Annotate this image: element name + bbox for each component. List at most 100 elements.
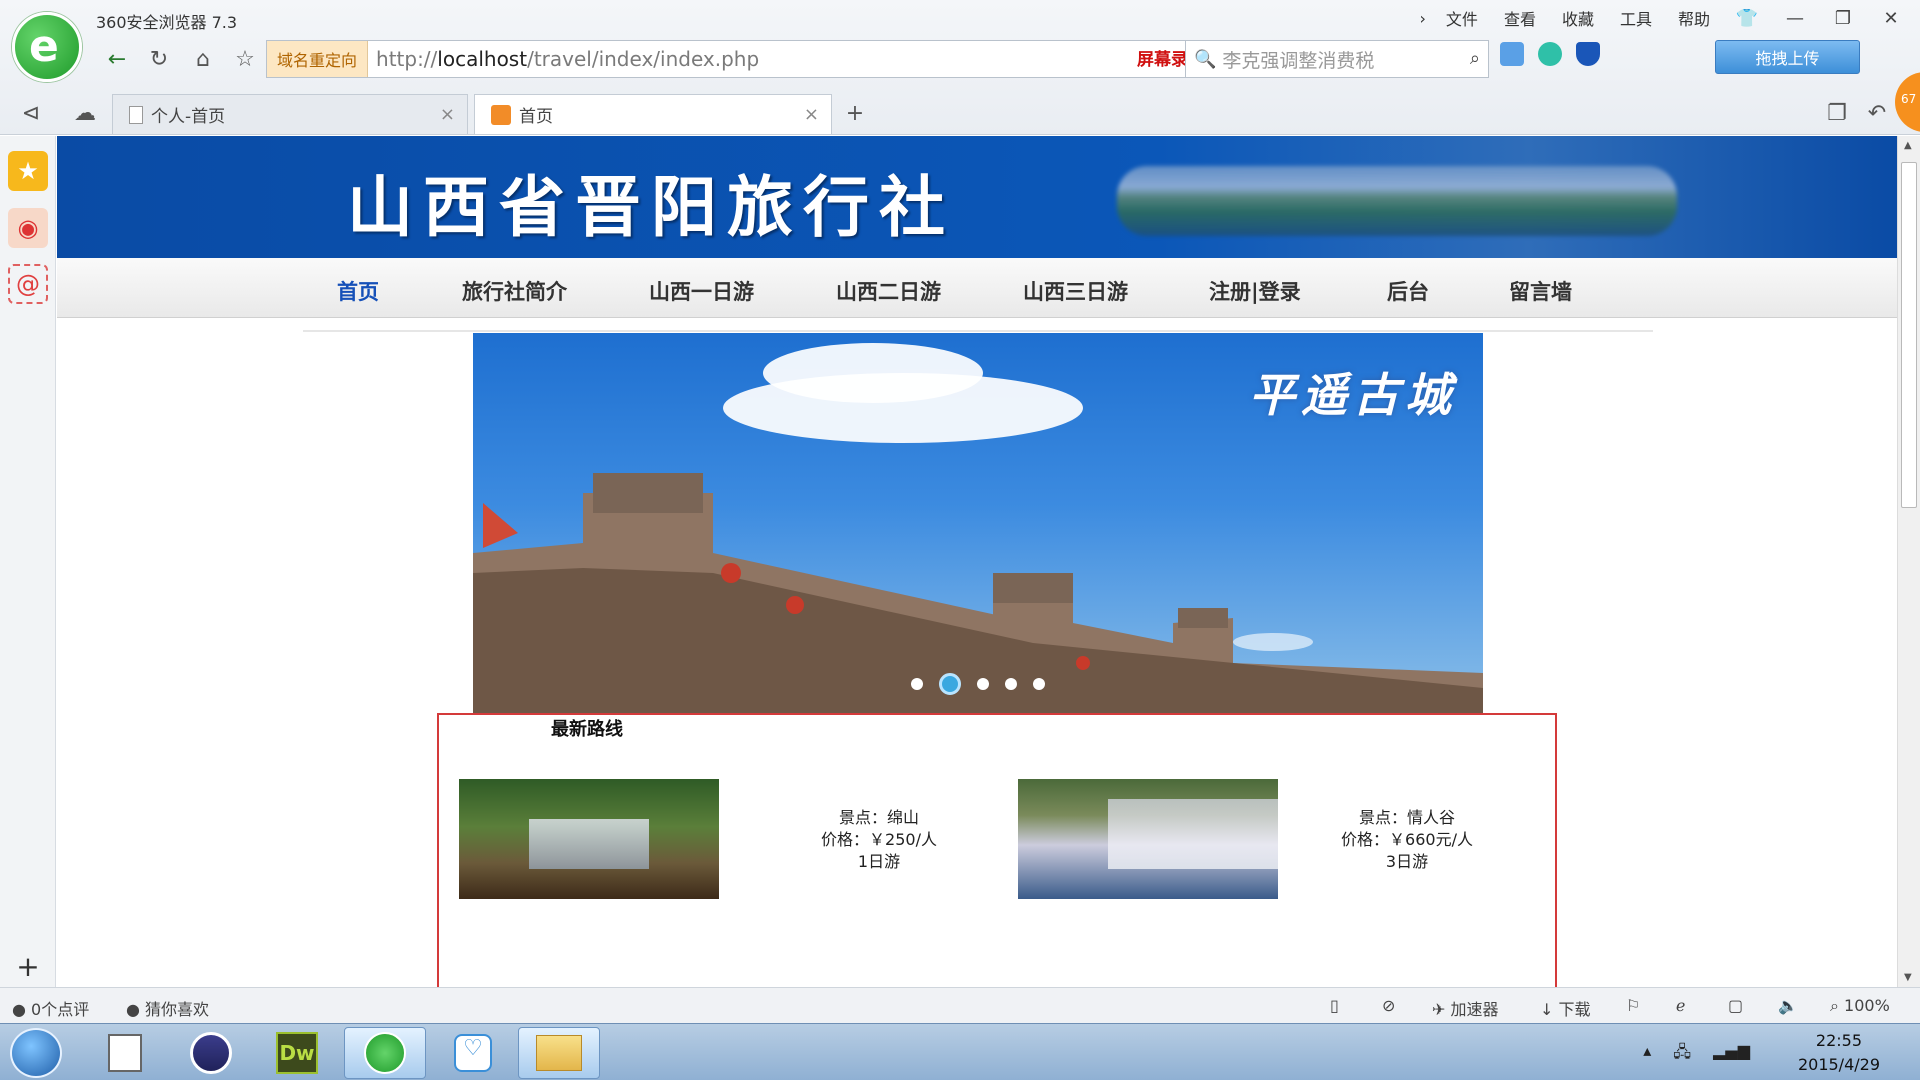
slider-dot-active[interactable] [939, 673, 961, 695]
no-image-icon[interactable]: ⊘ [1382, 996, 1395, 1015]
restore-tabs-icon[interactable]: ❐ [1820, 97, 1854, 129]
browser-icon [364, 1032, 406, 1074]
menu-favorites[interactable]: 收藏 [1556, 6, 1600, 30]
maximize-button[interactable]: ❐ [1826, 8, 1860, 29]
redirect-badge[interactable]: 域名重定向 [267, 41, 369, 77]
search-input[interactable]: 🔍 李克强调整消费税 ⌕ [1185, 40, 1489, 78]
url-path: /travel/index/index.php [527, 47, 760, 71]
menu-view[interactable]: 查看 [1498, 6, 1542, 30]
scrollbar-thumb[interactable] [1901, 162, 1917, 508]
close-tab-icon[interactable]: × [804, 104, 819, 125]
nav-message-wall[interactable]: 留言墙 [1509, 276, 1572, 306]
bookmark-star-button[interactable]: ☆ [228, 43, 262, 75]
add-sidebar-item-icon[interactable]: + [8, 946, 48, 986]
menu-tools[interactable]: 工具 [1614, 6, 1658, 30]
site-nav: 首页 旅行社简介 山西一日游 山西二日游 山西三日游 注册|登录 后台 留言墙 [57, 258, 1897, 318]
download-label: 下载 [1558, 1000, 1591, 1019]
route-spot: 景点：情人谷 [1358, 808, 1455, 827]
scroll-down-icon[interactable]: ▼ [1904, 972, 1912, 983]
route-image-qingrengu[interactable] [1018, 779, 1278, 899]
image-slider[interactable]: 平遥古城 [473, 333, 1483, 713]
menu-help[interactable]: 帮助 [1672, 6, 1716, 30]
taskbar-file-explorer[interactable] [518, 1027, 600, 1079]
url-text[interactable]: http://localhost/travel/index/index.php [368, 47, 759, 71]
browser-sidebar: ★ ◉ @ + [0, 136, 56, 987]
tab-home[interactable]: 首页 × [474, 94, 832, 134]
taskbar-dreamweaver[interactable]: Dw [256, 1027, 338, 1079]
taskbar-eclipse[interactable] [170, 1027, 252, 1079]
home-button[interactable]: ⌂ [186, 43, 220, 75]
address-row: ← ↻ ⌂ ☆ 域名重定向 http://localhost/travel/in… [90, 40, 1920, 78]
chevron-right-icon[interactable]: › [1420, 9, 1426, 28]
taskbar-notepad[interactable] [84, 1027, 166, 1079]
cloud-icon[interactable]: ☁ [68, 97, 102, 129]
slider-dot[interactable] [911, 678, 923, 690]
system-tray: ▴ 🖧 ▂▄▆ [1643, 1041, 1750, 1068]
slider-dot[interactable] [1005, 678, 1017, 690]
new-tab-button[interactable]: + [838, 97, 872, 129]
address-bar[interactable]: 域名重定向 http://localhost/travel/index/inde… [266, 40, 1296, 78]
tab-personal-home[interactable]: 个人-首页 × [112, 94, 468, 134]
favorites-star-icon[interactable]: ★ [8, 151, 48, 191]
slider-dots [473, 673, 1483, 695]
chat-extension-icon[interactable] [1538, 42, 1562, 66]
close-window-button[interactable]: ✕ [1874, 8, 1908, 29]
city-wall-image [473, 473, 1483, 713]
accelerator-button[interactable]: ✈ 加速器 [1432, 996, 1499, 1020]
window-icon[interactable]: ▢ [1728, 996, 1743, 1015]
guess-you-like[interactable]: ● 猜你喜欢 [126, 996, 209, 1020]
nav-two-day-tour[interactable]: 山西二日游 [836, 276, 941, 306]
route-price: 价格：￥250/人 [821, 830, 937, 849]
scroll-up-icon[interactable]: ▲ [1904, 140, 1912, 151]
sidebar-toggle-icon[interactable]: ⊲ [14, 97, 48, 129]
apps-grid-icon[interactable] [1500, 42, 1524, 66]
accelerator-label: 加速器 [1450, 1000, 1499, 1019]
flag-icon[interactable]: ⚐ [1626, 996, 1640, 1015]
nav-one-day-tour[interactable]: 山西一日游 [649, 276, 754, 306]
slider-dot[interactable] [1033, 678, 1045, 690]
nav-admin[interactable]: 后台 [1387, 276, 1429, 306]
weibo-icon[interactable]: ◉ [8, 208, 48, 248]
comments-count[interactable]: ● 0个点评 [12, 996, 89, 1020]
shield-icon[interactable] [1576, 42, 1600, 66]
tray-expand-icon[interactable]: ▴ [1643, 1041, 1651, 1068]
email-icon[interactable]: @ [8, 264, 48, 304]
volume-icon[interactable]: 🔈 [1778, 996, 1798, 1015]
refresh-button[interactable]: ↻ [142, 43, 176, 75]
route-spot: 景点：绵山 [838, 808, 919, 827]
zoom-control[interactable]: ⌕ 100% [1830, 996, 1890, 1016]
route-duration: 1日游 [857, 852, 901, 871]
menu-file[interactable]: 文件 [1440, 6, 1484, 30]
search-go-icon[interactable]: ⌕ [1470, 48, 1480, 69]
taskbar-360-browser[interactable] [344, 1027, 426, 1079]
download-button[interactable]: ↓ 下载 [1540, 996, 1591, 1020]
ie-icon[interactable]: ℯ [1676, 996, 1685, 1015]
nav-home[interactable]: 首页 [337, 276, 379, 306]
nav-agency-intro[interactable]: 旅行社简介 [462, 276, 567, 306]
status-bar: ● 0个点评 ● 猜你喜欢 ▯ ⊘ ✈ 加速器 ↓ 下载 ⚐ ℯ ▢ 🔈 ⌕ 1… [0, 987, 1920, 1023]
undo-close-icon[interactable]: ↶ [1860, 97, 1894, 129]
slide-caption: 平遥古城 [1249, 368, 1457, 422]
clock-date: 2015/4/29 [1797, 1055, 1880, 1074]
start-button[interactable] [10, 1028, 62, 1078]
nav-register-login[interactable]: 注册|登录 [1209, 276, 1301, 306]
mobile-icon[interactable]: ▯ [1330, 996, 1339, 1015]
divider [303, 330, 1653, 332]
route-duration: 3日游 [1385, 852, 1429, 871]
minimize-button[interactable]: — [1778, 8, 1812, 29]
site-banner: 山西省晋阳旅行社 [57, 136, 1897, 258]
taskbar-app[interactable]: ♡ [432, 1027, 514, 1079]
eclipse-icon [190, 1032, 232, 1074]
slider-dot[interactable] [977, 678, 989, 690]
signal-icon[interactable]: ▂▄▆ [1713, 1041, 1750, 1068]
route-image-mianshan[interactable] [459, 779, 719, 899]
close-tab-icon[interactable]: × [440, 104, 455, 125]
nav-three-day-tour[interactable]: 山西三日游 [1023, 276, 1128, 306]
skin-icon[interactable]: 👕 [1730, 8, 1764, 29]
clock[interactable]: 22:55 2015/4/29 [1798, 1029, 1880, 1077]
dreamweaver-icon: Dw [276, 1032, 318, 1074]
vertical-scrollbar[interactable]: ▲ ▼ [1897, 136, 1920, 987]
network-icon[interactable]: 🖧 [1673, 1041, 1691, 1068]
back-button[interactable]: ← [100, 43, 134, 75]
drag-upload-button[interactable]: 拖拽上传 [1715, 40, 1860, 74]
